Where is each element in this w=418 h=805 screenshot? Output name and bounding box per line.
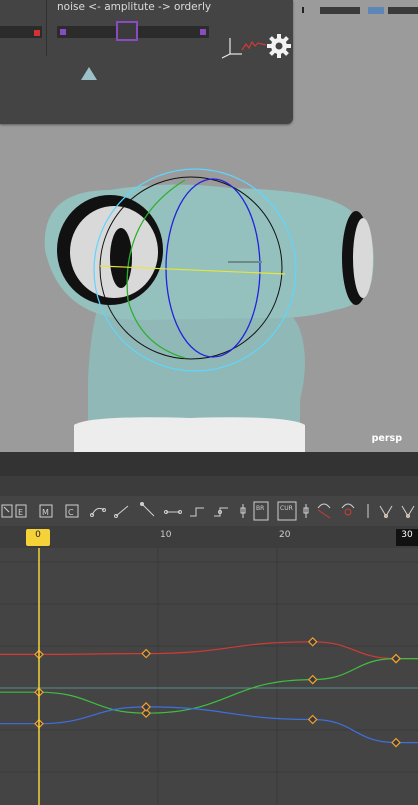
tangent-plateau-icon bbox=[214, 507, 228, 517]
key-insert-icon bbox=[1, 504, 13, 518]
key-edit-icon: E bbox=[15, 504, 27, 518]
svg-text:CUR: CUR bbox=[280, 505, 293, 512]
lattice-icon: CUR bbox=[277, 501, 297, 521]
axis-curve-icon[interactable] bbox=[220, 34, 266, 60]
ruler-tick-10: 10 bbox=[160, 530, 172, 540]
collapse-triangle-icon[interactable] bbox=[81, 67, 97, 80]
curve-translateY bbox=[0, 658, 418, 714]
viewport-topbar bbox=[302, 0, 418, 14]
slider-max-marker bbox=[200, 29, 206, 35]
break-tangents-icon bbox=[341, 503, 355, 516]
right-eye-white bbox=[353, 218, 373, 298]
buffer-curve-icon: BR bbox=[253, 501, 269, 521]
tangent-fixed-icon bbox=[240, 504, 246, 518]
tangent-spline-icon bbox=[90, 507, 106, 517]
mute-icon bbox=[317, 503, 331, 519]
character-collar bbox=[74, 417, 305, 452]
svg-text:BR: BR bbox=[256, 505, 264, 512]
lock-tangent-icon bbox=[401, 505, 415, 518]
tangent-step-icon bbox=[164, 510, 182, 514]
graph-editor-menubar bbox=[0, 452, 418, 477]
keyframe-point bbox=[391, 737, 401, 748]
svg-text:M: M bbox=[42, 508, 49, 517]
tangent-clamped-icon bbox=[140, 502, 155, 517]
graph-editor-subbar bbox=[0, 476, 418, 496]
slider-label: noise <- amplitute -> orderly bbox=[57, 1, 212, 13]
gear-icon[interactable] bbox=[266, 33, 292, 59]
curve-translateZ bbox=[0, 706, 418, 744]
key-copy-icon: C bbox=[65, 504, 79, 518]
perspective-viewport[interactable]: noise <- amplitute -> orderly persp bbox=[0, 0, 418, 452]
slider-thumb[interactable] bbox=[115, 21, 138, 41]
graph-editor[interactable]: E M C BR CUR 10 20 0 30 bbox=[0, 452, 418, 805]
key-move-icon: M bbox=[39, 504, 53, 518]
ruler-tick-20: 20 bbox=[279, 530, 291, 540]
svg-text:E: E bbox=[18, 508, 23, 517]
svg-text:C: C bbox=[68, 508, 74, 517]
end-frame-marker[interactable]: 30 bbox=[396, 529, 418, 546]
left-slider-marker bbox=[34, 30, 40, 36]
keyframe-point bbox=[307, 636, 318, 647]
toolbar-icons: E M C BR CUR bbox=[1, 501, 415, 521]
camera-label: persp bbox=[371, 433, 402, 444]
keyframe-point bbox=[141, 648, 151, 659]
curve-translateX bbox=[0, 641, 418, 660]
end-frame-label: 30 bbox=[401, 530, 413, 540]
snap-icon bbox=[303, 504, 309, 518]
current-frame-marker[interactable]: 0 bbox=[26, 529, 50, 546]
tangent-flat-icon bbox=[190, 507, 204, 517]
curve-graph[interactable] bbox=[0, 548, 418, 805]
tool-settings-panel: noise <- amplitute -> orderly bbox=[0, 0, 293, 124]
keyframe-point bbox=[141, 702, 151, 712]
slider-min-marker bbox=[60, 29, 66, 35]
keyframe-point bbox=[307, 674, 318, 685]
keyframe-point bbox=[391, 653, 401, 664]
panel-divider bbox=[46, 0, 47, 56]
free-tangent-icon bbox=[379, 505, 393, 518]
tangent-linear-icon bbox=[114, 505, 129, 518]
time-ruler[interactable] bbox=[0, 526, 418, 548]
current-frame-label: 0 bbox=[35, 530, 41, 540]
keyframe-point bbox=[307, 714, 318, 725]
